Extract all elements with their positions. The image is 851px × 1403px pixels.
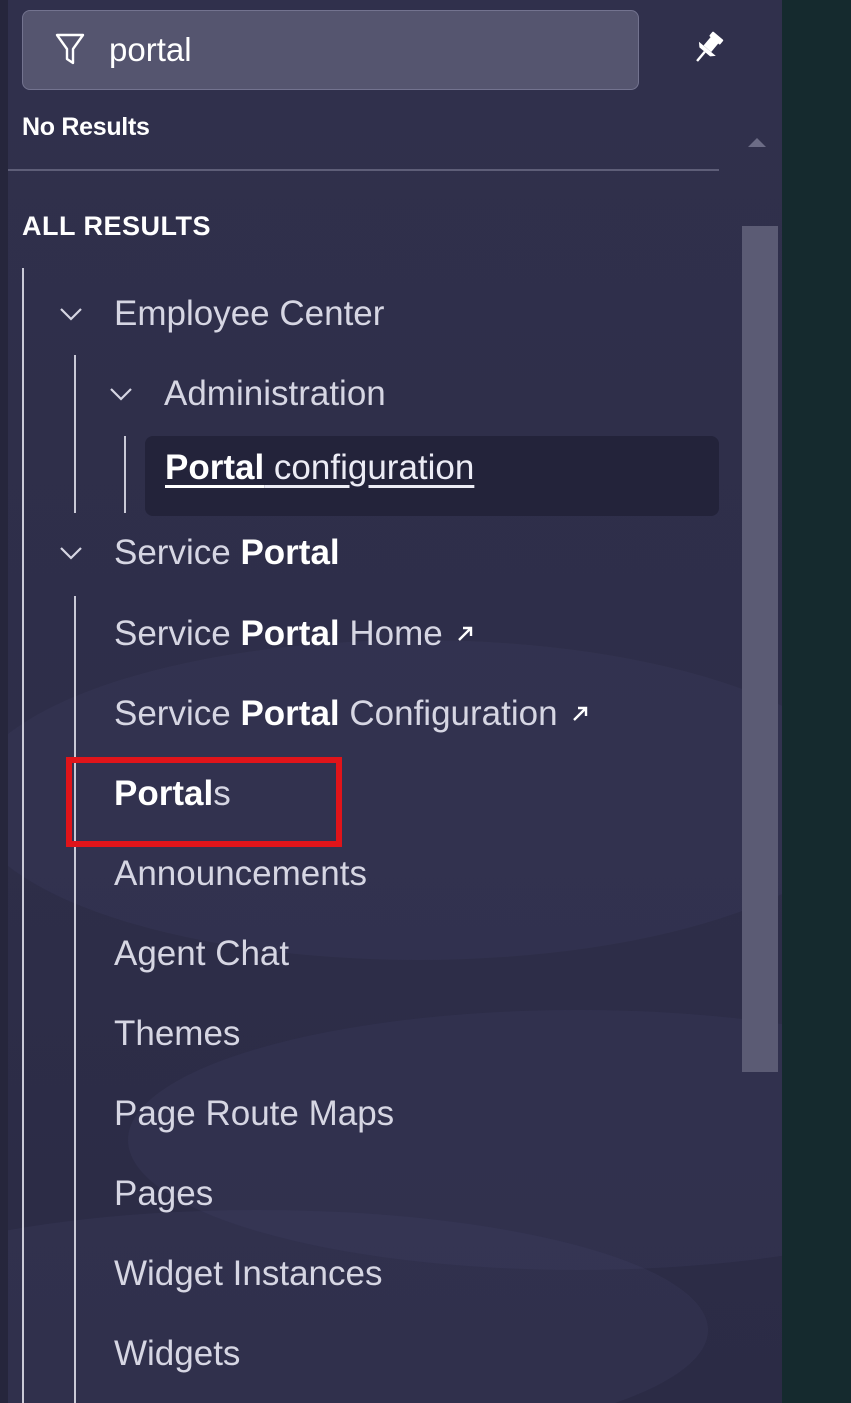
nav-item-service-portal-configuration[interactable]: Service Portal Configuration [114,689,590,739]
group-administration[interactable]: Administration [108,369,386,419]
chevron-down-icon [60,547,82,560]
no-results-label: No Results [22,113,150,141]
external-link-icon [572,706,587,721]
item-prefix: Service [114,694,241,733]
tree-line [74,596,76,1403]
annotation-highlight-box [66,757,342,847]
nav-item-pages[interactable]: Pages [114,1169,213,1219]
item-prefix: Service [114,614,241,653]
filter-box[interactable] [22,10,639,90]
navigator-panel: No Results ALL RESULTS Employee Center A… [8,0,782,1403]
tree-line [124,436,126,513]
divider [8,169,719,171]
nav-item-themes[interactable]: Themes [114,1009,240,1059]
item-suffix: Configuration [339,694,558,733]
nav-item-agent-chat[interactable]: Agent Chat [114,929,289,979]
item-label-rest: configuration [264,448,475,487]
section-title: ALL RESULTS [22,211,212,241]
nav-item-announcements[interactable]: Announcements [114,849,367,899]
match-highlight: Portal [240,614,340,653]
chevron-down-icon [60,308,82,321]
nav-item-widget-instances[interactable]: Widget Instances [114,1249,382,1299]
content-pane [782,0,851,1403]
filter-input[interactable] [107,30,631,70]
group-employee-center[interactable]: Employee Center [58,289,384,339]
background-wave [8,1210,708,1403]
group-service-portal[interactable]: Service Portal [58,528,340,578]
nav-item-widgets[interactable]: Widgets [114,1329,240,1379]
pin-icon[interactable] [688,28,728,68]
filter-icon [55,33,85,65]
nav-item-portal-configuration[interactable]: Portal configuration [165,448,474,488]
tree-line [74,355,76,513]
scrollbar-thumb[interactable] [742,226,778,1072]
tree-line [22,268,24,1403]
group-label: Administration [164,374,386,413]
match-highlight: Portal [165,448,265,487]
match-highlight: Portal [240,533,340,572]
match-highlight: Portal [240,694,340,733]
chevron-down-icon [110,388,132,401]
group-label-prefix: Service [114,533,241,572]
nav-item-service-portal-home[interactable]: Service Portal Home [114,609,475,659]
group-label: Employee Center [114,294,385,333]
item-suffix: Home [339,614,443,653]
external-link-icon [457,626,472,641]
window-edge [0,0,8,1403]
nav-item-page-route-maps[interactable]: Page Route Maps [114,1089,394,1139]
scroll-up-arrow[interactable] [748,138,766,147]
